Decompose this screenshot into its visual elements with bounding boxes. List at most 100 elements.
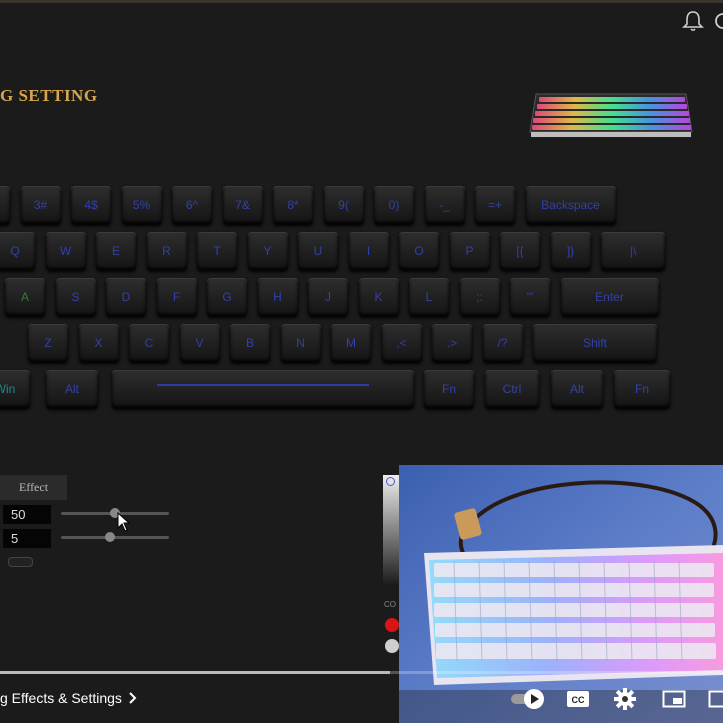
chapter-title[interactable]: g Effects & Settings [0, 690, 138, 706]
key-2-3[interactable]: F [156, 278, 197, 316]
brightness-value-field[interactable]: 5 [3, 529, 51, 548]
color-label: CO [384, 600, 396, 609]
key-0-10[interactable]: =+ [475, 186, 515, 224]
key-label: ;: [476, 290, 483, 304]
autoplay-toggle-icon[interactable] [510, 688, 546, 710]
key-1-4[interactable]: T [197, 232, 237, 270]
color-swatch-red[interactable] [385, 618, 399, 632]
key-2-7[interactable]: K [358, 278, 399, 316]
key-2-8[interactable]: L [409, 278, 449, 316]
key-1-0[interactable]: Q [0, 232, 35, 270]
key-4-4[interactable]: Ctrl [485, 370, 539, 408]
key-0-9[interactable]: -_ [424, 186, 465, 224]
key-1-8[interactable]: O [399, 232, 439, 270]
cc-icon[interactable]: CC [566, 689, 590, 709]
key-label: [{ [516, 244, 524, 258]
key-label: ]} [566, 244, 575, 258]
key-label: Win [0, 382, 16, 396]
keyboard-thumbnail [529, 93, 693, 137]
key-0-8[interactable]: 0) [374, 186, 414, 224]
key-label: 5% [132, 198, 151, 212]
key-2-4[interactable]: G [207, 278, 247, 316]
small-toggle-button[interactable] [8, 557, 33, 567]
key-3-0[interactable]: Z [28, 324, 68, 362]
key-4-5[interactable]: Alt [551, 370, 603, 408]
key-3-1[interactable]: X [78, 324, 119, 362]
key-0-4[interactable]: 6^ [172, 186, 212, 224]
key-2-10[interactable]: '" [510, 278, 550, 316]
key-1-1[interactable]: W [45, 232, 86, 270]
key-0-2[interactable]: 4$ [71, 186, 111, 224]
key-3-5[interactable]: N [280, 324, 321, 362]
key-label: U [313, 244, 323, 258]
key-4-1[interactable]: Alt [46, 370, 98, 408]
key-2-1[interactable]: S [55, 278, 96, 316]
key-label: 8* [287, 198, 299, 212]
key-0-7[interactable]: 9( [323, 186, 364, 224]
key-4-3[interactable]: Fn [424, 370, 474, 408]
key-3-6[interactable]: M [331, 324, 371, 362]
key-1-2[interactable]: E [96, 232, 136, 270]
color-gradient-picker[interactable] [383, 475, 399, 585]
gear-icon[interactable] [713, 10, 723, 32]
speed-value-field[interactable]: 50 [3, 505, 51, 524]
brightness-slider-thumb[interactable] [104, 532, 115, 542]
key-label: Alt [569, 382, 584, 396]
key-1-3[interactable]: R [146, 232, 187, 270]
key-3-3[interactable]: V [179, 324, 220, 362]
video-overlay-keyboard-photo [399, 465, 723, 723]
video-progress-bar[interactable] [0, 671, 723, 674]
tab-effect[interactable]: Effect [0, 475, 67, 500]
keyboard-layout: 2@ 3# 4$ 5% 6^ 7&8* 9( 0) -_ =+ Backspace Q W E R T Y U I O… [0, 182, 672, 412]
key-3-2[interactable]: C [129, 324, 169, 362]
key-1-11[interactable]: ]} [550, 232, 591, 270]
key-0-11[interactable]: Backspace [525, 186, 616, 224]
chevron-right-icon [129, 692, 137, 704]
key-2-5[interactable]: H [257, 278, 298, 316]
key-label: 9( [338, 198, 349, 212]
key-0-1[interactable]: 3# [20, 186, 61, 224]
key-label: Backspace [541, 198, 600, 212]
key-label: M [346, 336, 356, 350]
key-label: Z [44, 336, 52, 350]
key-2-9[interactable]: ;: [459, 278, 500, 316]
key-3-8[interactable]: .> [432, 324, 472, 362]
key-2-6[interactable]: J [308, 278, 348, 316]
key-3-4[interactable]: B [230, 324, 270, 362]
brightness-slider[interactable] [61, 532, 169, 542]
key-3-7[interactable]: ,< [381, 324, 422, 362]
bell-icon[interactable] [681, 10, 705, 32]
key-1-9[interactable]: P [449, 232, 490, 270]
key-label: V [195, 336, 204, 350]
key-1-5[interactable]: Y [247, 232, 288, 270]
key-4-0[interactable]: Win [0, 370, 30, 408]
key-label: E [111, 244, 120, 258]
theater-mode-icon[interactable] [708, 690, 723, 708]
key-2-0[interactable]: A [5, 278, 45, 316]
miniplayer-icon[interactable] [662, 690, 686, 708]
key-label: X [94, 336, 103, 350]
key-3-10[interactable]: Shift [533, 324, 657, 362]
key-1-6[interactable]: U [298, 232, 338, 270]
key-2-11[interactable]: Enter [560, 278, 659, 316]
top-border [0, 0, 723, 3]
key-0-0[interactable]: 2@ [0, 186, 10, 224]
key-0-3[interactable]: 5% [121, 186, 162, 224]
key-0-5[interactable]: 7& [222, 186, 263, 224]
key-label: Fn [441, 382, 456, 396]
key-1-7[interactable]: I [348, 232, 389, 270]
key-1-10[interactable]: [{ [500, 232, 540, 270]
settings-icon[interactable] [614, 688, 636, 710]
key-4-6[interactable]: Fn [614, 370, 670, 408]
key-1-12[interactable]: |\ [601, 232, 665, 270]
key-3-9[interactable]: /? [482, 324, 523, 362]
video-progress-fill [0, 671, 391, 674]
speed-slider[interactable] [61, 508, 169, 518]
color-picker-handle[interactable] [386, 477, 395, 486]
key-2-2[interactable]: D [106, 278, 146, 316]
key-4-2[interactable] [112, 370, 414, 408]
color-swatch-white[interactable] [385, 639, 399, 653]
key-label: |\ [629, 244, 637, 258]
key-0-6[interactable]: 8* [273, 186, 313, 224]
key-label: -_ [439, 198, 450, 212]
